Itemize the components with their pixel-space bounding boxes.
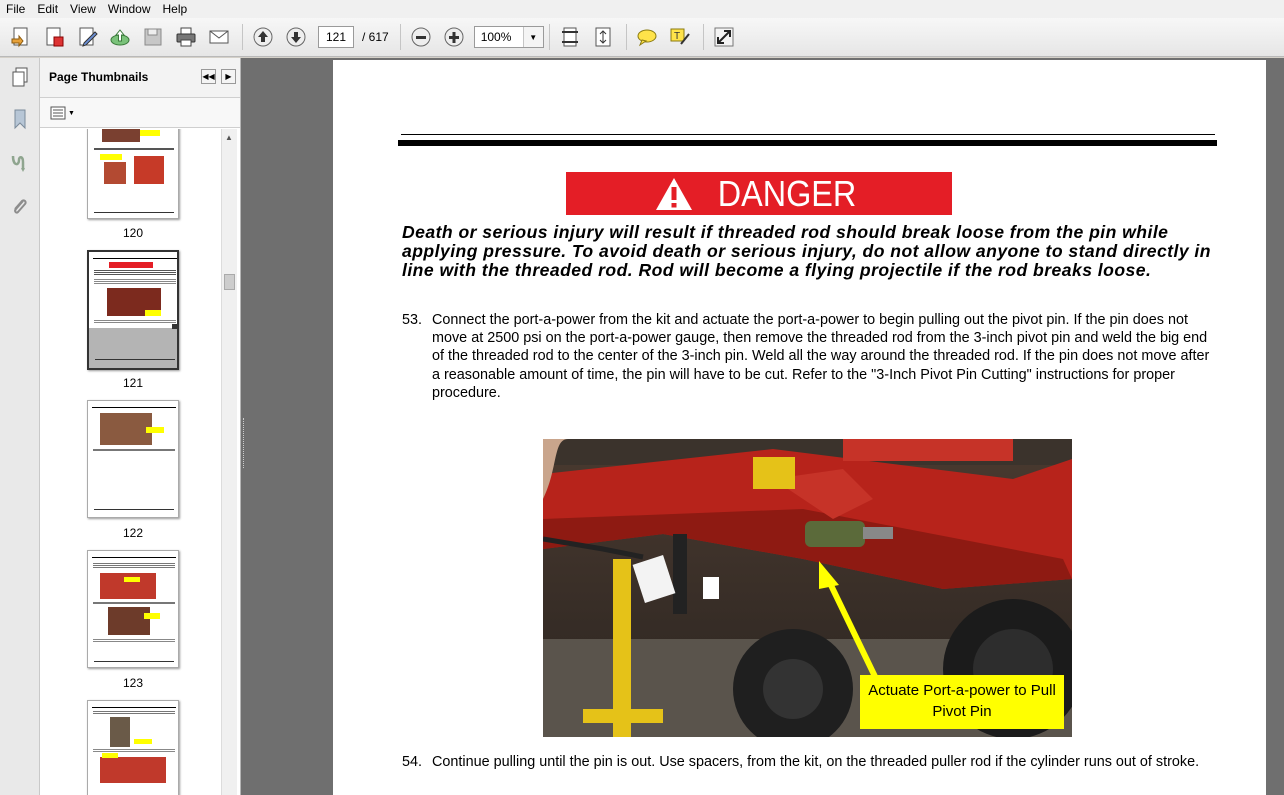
- email-button[interactable]: [204, 22, 234, 52]
- cloud-upload-icon: [110, 29, 130, 46]
- thumbnail-label: 121: [122, 376, 144, 390]
- comment-button[interactable]: [632, 22, 662, 52]
- panel-options-bar: ▼: [40, 98, 240, 128]
- arrow-up-circle-icon: [253, 27, 273, 47]
- expand-arrows-icon: [714, 27, 734, 47]
- thumbnail-page-123[interactable]: [87, 550, 179, 668]
- menu-edit[interactable]: Edit: [31, 0, 64, 18]
- signatures-icon[interactable]: [7, 150, 33, 176]
- step-number: 53.: [402, 312, 423, 328]
- menu-view[interactable]: View: [64, 0, 102, 18]
- header-rule-thick: [398, 140, 1217, 146]
- menu-help[interactable]: Help: [157, 0, 194, 18]
- thumbnail-label: 120: [122, 226, 144, 240]
- menu-file[interactable]: File: [0, 0, 31, 18]
- save-button[interactable]: [138, 22, 168, 52]
- fit-page-button[interactable]: [588, 22, 618, 52]
- next-page-button[interactable]: [281, 22, 311, 52]
- open-file-icon: [11, 27, 28, 48]
- document-viewport: DANGER Death or serious injury will resu…: [247, 58, 1284, 795]
- svg-text:T: T: [674, 31, 680, 42]
- step-text: Connect the port-a-power from the kit an…: [432, 312, 1210, 401]
- splitter-grip: [243, 418, 245, 468]
- open-file-button[interactable]: [6, 22, 36, 52]
- thumbnail-page-121[interactable]: [87, 250, 179, 370]
- menu-window[interactable]: Window: [102, 0, 157, 18]
- printer-icon: [176, 27, 196, 47]
- upload-button[interactable]: [105, 22, 135, 52]
- toolbar-separator: [625, 24, 627, 50]
- paperclip-icon[interactable]: [7, 194, 33, 220]
- options-list-icon: [50, 106, 66, 120]
- thumbnail-list: 120 121 122 123: [40, 129, 221, 795]
- highlight-text-button[interactable]: T: [665, 22, 695, 52]
- pdf-page: DANGER Death or serious injury will resu…: [333, 60, 1266, 795]
- bookmark-icon[interactable]: [7, 106, 33, 132]
- thumbnail-options-button[interactable]: ▼: [50, 105, 76, 121]
- toolbar-separator: [242, 24, 243, 50]
- menu-bar: File Edit View Window Help: [0, 0, 1284, 18]
- thumbnail-scrollbar[interactable]: ▲: [221, 129, 237, 795]
- zoom-in-button[interactable]: [439, 22, 469, 52]
- fit-page-icon: [595, 27, 611, 47]
- page-total: / 617: [362, 30, 389, 44]
- create-pdf-button[interactable]: [39, 22, 69, 52]
- step-54: 54. Continue pulling until the pin is ou…: [402, 753, 1214, 771]
- thumbnail-label: 123: [122, 676, 144, 690]
- page-number-input[interactable]: 121: [318, 26, 354, 48]
- toolbar-separator: [702, 24, 704, 50]
- zoom-select[interactable]: 100% ▼: [473, 26, 544, 48]
- navigation-rail: [0, 58, 40, 795]
- print-button[interactable]: [171, 22, 201, 52]
- edit-document-icon: [79, 27, 98, 47]
- page-thumbnails-icon[interactable]: [7, 64, 33, 90]
- collapse-panel-button[interactable]: ◀◀: [201, 69, 216, 84]
- chevron-down-icon[interactable]: ▼: [522, 27, 543, 47]
- warning-triangle-icon: [655, 177, 692, 210]
- previous-page-button[interactable]: [248, 22, 278, 52]
- panel-title: Page Thumbnails: [49, 70, 149, 84]
- danger-message: Death or serious injury will result if t…: [402, 222, 1211, 280]
- envelope-icon: [209, 30, 229, 44]
- chevron-down-icon: ▼: [68, 109, 75, 117]
- thumbnail-page-120[interactable]: [87, 129, 179, 219]
- thumbnails-panel: Page Thumbnails ◀◀ ▶ ▼ 120 121 122 123 ▲: [40, 58, 241, 795]
- zoom-out-button[interactable]: [406, 22, 436, 52]
- scroll-up-icon[interactable]: ▲: [225, 133, 233, 142]
- header-rule-thin: [401, 134, 1215, 135]
- procedure-photo: Actuate Port-a-power to Pull Pivot Pin: [543, 439, 1072, 737]
- scrolling-mode-button[interactable]: [555, 22, 585, 52]
- highlight-pen-icon: T: [670, 28, 690, 45]
- thumbnail-page-124[interactable]: [87, 700, 179, 795]
- toolbar-separator: [399, 24, 401, 50]
- step-number: 54.: [402, 754, 423, 770]
- toolbar-separator: [548, 24, 550, 50]
- plus-circle-icon: [444, 27, 464, 47]
- edit-document-button[interactable]: [72, 22, 102, 52]
- expand-button[interactable]: [709, 22, 739, 52]
- panel-header: Page Thumbnails ◀◀ ▶: [40, 58, 240, 98]
- thumbnail-page-122[interactable]: [87, 400, 179, 518]
- minus-circle-icon: [411, 27, 431, 47]
- floppy-disk-icon: [144, 28, 162, 46]
- create-pdf-icon: [46, 27, 64, 47]
- thumbnail-label: 122: [122, 526, 144, 540]
- arrow-down-circle-icon: [286, 27, 306, 47]
- step-text: Continue pulling until the pin is out. U…: [432, 754, 1200, 770]
- panel-menu-button[interactable]: ▶: [221, 69, 236, 84]
- zoom-value: 100%: [480, 30, 512, 44]
- toolbar: 121 / 617 100% ▼ T: [0, 18, 1284, 57]
- speech-bubble-icon: [637, 29, 657, 47]
- step-53: 53. Connect the port-a-power from the ki…: [402, 311, 1214, 402]
- scrollbar-thumb[interactable]: [224, 274, 235, 290]
- photo-callout: Actuate Port-a-power to Pull Pivot Pin: [860, 675, 1064, 729]
- danger-title: DANGER: [717, 172, 857, 214]
- danger-banner: DANGER: [566, 172, 952, 215]
- page-scroll-icon: [561, 27, 578, 47]
